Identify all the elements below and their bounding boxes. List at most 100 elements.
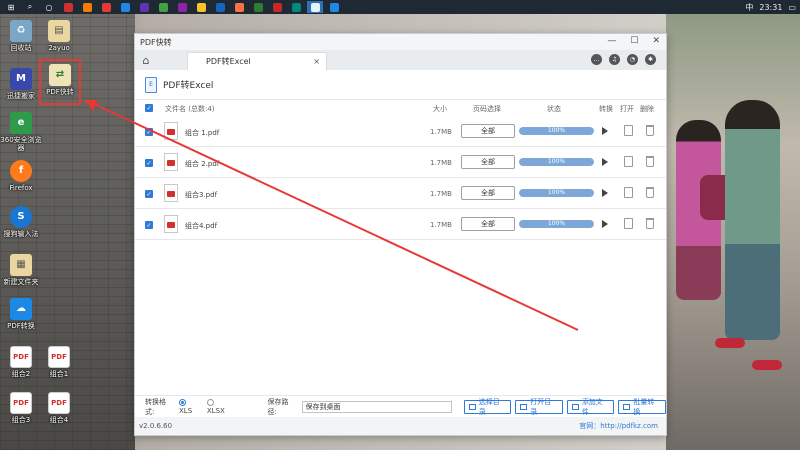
notification-icon[interactable]: ▭ [788, 3, 796, 12]
progress-text: 100% [547, 127, 566, 134]
desktop-icon-input[interactable]: S 搜狗输入法 [0, 206, 42, 238]
row-checkbox[interactable]: ✓ [145, 128, 153, 136]
search-icon[interactable]: ⌕ [22, 1, 38, 13]
select-all-checkbox[interactable]: ✓ [145, 104, 153, 112]
close-button[interactable]: ✕ [652, 36, 660, 46]
play-icon[interactable] [602, 189, 608, 197]
trash-icon[interactable] [646, 218, 654, 229]
desktop-icon-pdf-file[interactable]: PDF 组合2 [0, 346, 42, 378]
table-header: ✓ 文件名 (总数:4) 大小 页码选择 状态 转换 打开 删除 [135, 100, 666, 116]
title-bar[interactable]: PDF快转 — ☐ ✕ [135, 34, 666, 50]
desktop-icon-file[interactable]: ▤ 2ayuo [38, 20, 80, 52]
desktop-icon-app[interactable]: M 迅捷搬家 [0, 68, 42, 100]
desktop-icon-recycle-bin[interactable]: ♻ 回收站 [0, 20, 42, 52]
page-range-select[interactable]: 全部 [461, 155, 515, 169]
select-dir-button[interactable]: 选择目录 [463, 398, 512, 416]
browser-icon: e [10, 112, 32, 134]
open-dir-button[interactable]: 打开目录 [515, 398, 563, 416]
taskbar-app[interactable] [136, 1, 152, 13]
file-list: ✓ 组合 1.pdf 1.7MB 全部 100% ✓ 组合 2.pdf 1.7M… [135, 116, 666, 240]
header-convert: 转换 [599, 105, 613, 113]
radio-icon [206, 399, 214, 406]
play-icon[interactable] [602, 220, 608, 228]
maximize-button[interactable]: ☐ [630, 36, 638, 46]
desktop-icon-firefox[interactable]: f Firefox [0, 160, 42, 192]
taskbar-app[interactable] [79, 1, 95, 13]
taskbar-app[interactable] [193, 1, 209, 13]
background-person [725, 100, 780, 340]
recycle-bin-icon: ♻ [10, 20, 32, 42]
desktop-icon-pdf-file[interactable]: PDF 组合3 [0, 392, 42, 424]
trash-icon[interactable] [646, 156, 654, 167]
open-file-icon[interactable] [624, 187, 633, 198]
trash-icon[interactable] [646, 125, 654, 136]
format-label: 转换格式: [145, 397, 166, 416]
taskbar-app[interactable] [288, 1, 304, 13]
taskbar-app[interactable] [98, 1, 114, 13]
row-checkbox[interactable]: ✓ [145, 190, 153, 198]
open-file-icon[interactable] [624, 156, 633, 167]
row-checkbox[interactable]: ✓ [145, 221, 153, 229]
page-range-select[interactable]: 全部 [461, 217, 515, 231]
footer-toolbar: 转换格式: XLS XLSX 保存路径: 保存到桌面 选择目录 打开目录 添加文… [135, 395, 666, 417]
desktop-icon-pdf-convert[interactable]: ☁ PDF转换 [0, 298, 42, 330]
desktop-icon-360-browser[interactable]: e 360安全浏览器 [0, 112, 42, 152]
clock[interactable]: 23:31 [759, 3, 782, 12]
add-file-button[interactable]: 添加文件 [566, 398, 615, 416]
tab-close-icon[interactable]: × [313, 57, 320, 66]
gear-icon[interactable]: ✱ [645, 54, 656, 65]
batch-convert-button[interactable]: 批量转换 [618, 398, 666, 416]
taskbar-app[interactable] [212, 1, 228, 13]
input-language[interactable]: 中 [745, 2, 753, 13]
save-path-label: 保存路径: [267, 397, 289, 416]
start-button[interactable]: ⊞ [3, 1, 19, 13]
progress-text: 100% [547, 158, 566, 165]
app-icon: M [10, 68, 32, 90]
page-range-select[interactable]: 全部 [461, 186, 515, 200]
format-xls-option[interactable]: XLS [179, 399, 201, 415]
headset-icon[interactable]: ♫ [609, 54, 620, 65]
desktop-icon-folder[interactable]: ▦ 新建文件夹 [0, 254, 42, 286]
taskbar-app[interactable] [60, 1, 76, 13]
pdf-file-icon [164, 122, 178, 140]
play-icon[interactable] [602, 127, 608, 135]
pdf-file-icon: PDF [10, 346, 32, 368]
minimize-button[interactable]: — [607, 36, 616, 46]
play-icon[interactable] [602, 158, 608, 166]
format-xlsx-option[interactable]: XLSX [206, 399, 234, 415]
window-title: PDF快转 [140, 37, 172, 47]
desktop-icon-pdf-file[interactable]: PDF 组合4 [38, 392, 80, 424]
folder-icon [468, 403, 476, 410]
task-view-icon[interactable]: ○ [41, 1, 57, 13]
open-file-icon[interactable] [624, 125, 633, 136]
taskbar-app-active[interactable] [307, 1, 323, 13]
open-file-icon[interactable] [624, 218, 633, 229]
taskbar-app[interactable] [117, 1, 133, 13]
taskbar-app[interactable] [155, 1, 171, 13]
pdf-file-icon: PDF [48, 346, 70, 368]
taskbar-app[interactable] [326, 1, 342, 13]
pdf-file-icon: PDF [48, 392, 70, 414]
taskbar-app[interactable] [231, 1, 247, 13]
trash-icon[interactable] [646, 187, 654, 198]
save-path-field[interactable]: 保存到桌面 [301, 400, 452, 413]
taskbar-app[interactable] [269, 1, 285, 13]
user-icon[interactable]: ◔ [627, 54, 638, 65]
header-filename: 文件名 (总数:4) [165, 105, 215, 113]
desktop-icon-pdf-file[interactable]: PDF 组合1 [38, 346, 80, 378]
file-size: 1.7MB [430, 190, 452, 198]
website-link[interactable]: 官网：http://pdfkz.com [579, 421, 658, 431]
pdf-file-icon [164, 153, 178, 171]
section-header: E PDF转Excel [135, 70, 666, 100]
home-icon[interactable]: ⌂ [135, 50, 157, 70]
header-open: 打开 [620, 105, 634, 113]
tab-pdf-to-excel[interactable]: PDF转Excel × [187, 52, 327, 70]
taskbar-app[interactable] [174, 1, 190, 13]
row-checkbox[interactable]: ✓ [145, 159, 153, 167]
plus-icon [571, 403, 579, 410]
progress-text: 100% [547, 220, 566, 227]
taskbar-app[interactable] [250, 1, 266, 13]
file-name: 组合 1.pdf [185, 129, 220, 137]
page-range-select[interactable]: 全部 [461, 124, 515, 138]
chat-icon[interactable]: … [591, 54, 602, 65]
